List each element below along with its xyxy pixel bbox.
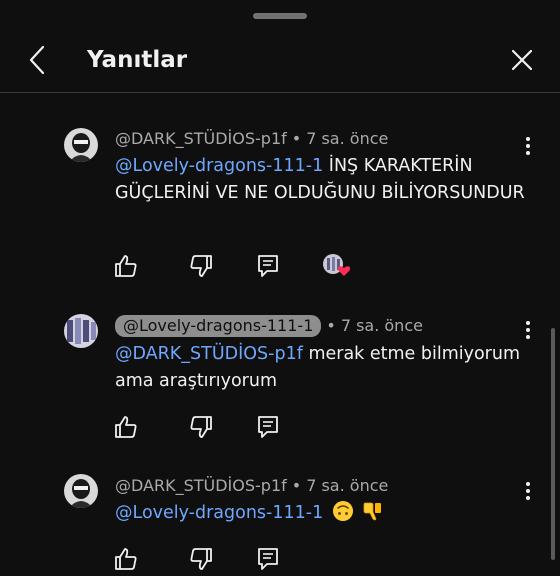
dislike-icon	[190, 548, 212, 570]
close-icon	[511, 49, 533, 71]
avatar-image	[64, 128, 98, 162]
reply-button[interactable]	[255, 253, 281, 279]
header-divider	[0, 92, 560, 93]
dislike-button[interactable]	[188, 414, 214, 440]
like-icon	[115, 255, 137, 277]
like-icon	[115, 416, 137, 438]
creator-heart-icon	[323, 254, 351, 276]
back-button[interactable]	[24, 44, 54, 76]
like-button[interactable]	[113, 253, 139, 279]
avatar[interactable]	[64, 314, 98, 348]
dislike-button[interactable]	[188, 546, 214, 572]
dislike-icon	[190, 255, 212, 277]
avatar[interactable]	[64, 474, 98, 508]
mention-link[interactable]: @DARK_STÜDİOS-p1f	[115, 344, 303, 364]
creator-heart-badge	[322, 254, 351, 278]
chevron-left-icon	[29, 45, 45, 75]
like-button[interactable]	[113, 414, 139, 440]
timestamp[interactable]: 7 sa. önce	[306, 129, 388, 148]
mention-link[interactable]: @Lovely-dragons-111-1	[115, 503, 323, 523]
like-button[interactable]	[113, 546, 139, 572]
panel-header: Yanıtlar	[0, 30, 560, 92]
comment-meta: @DARK_STÜDİOS-p1f • 7 sa. önce	[115, 129, 389, 148]
dislike-icon	[190, 416, 212, 438]
comment-text: @Lovely-dragons-111-1	[115, 500, 535, 527]
dislike-button[interactable]	[188, 253, 214, 279]
mention-link[interactable]: @Lovely-dragons-111-1	[115, 156, 323, 176]
scrollbar[interactable]	[551, 328, 555, 560]
comment-text: @DARK_STÜDİOS-p1f merak etme bilmiyorum …	[115, 341, 545, 395]
avatar-image	[64, 314, 98, 348]
upside-down-face-emoji	[332, 501, 353, 521]
timestamp[interactable]: 7 sa. önce	[341, 316, 423, 335]
comment-text: @Lovely-dragons-111-1 İNŞ KARAKTERİN GÜÇ…	[115, 153, 535, 207]
comment-meta: @Lovely-dragons-111-1 • 7 sa. önce	[115, 315, 423, 337]
thumbs-down-emoji	[363, 502, 382, 521]
reply-button[interactable]	[255, 546, 281, 572]
reply-button[interactable]	[255, 414, 281, 440]
comment-actions	[0, 253, 560, 279]
comment-actions	[0, 414, 560, 440]
reply-icon	[258, 548, 278, 570]
drag-handle[interactable]	[253, 13, 307, 19]
avatar[interactable]	[64, 128, 98, 162]
page-title: Yanıtlar	[87, 47, 188, 73]
author-name[interactable]: @DARK_STÜDİOS-p1f	[115, 129, 287, 148]
comment-meta: @DARK_STÜDİOS-p1f • 7 sa. önce	[115, 476, 389, 495]
avatar-image	[64, 474, 98, 508]
close-button[interactable]	[506, 44, 538, 76]
author-chip[interactable]: @Lovely-dragons-111-1	[115, 315, 322, 337]
reply-icon	[258, 255, 278, 277]
like-icon	[115, 548, 137, 570]
more-options-button[interactable]	[518, 318, 538, 342]
author-name[interactable]: @DARK_STÜDİOS-p1f	[115, 476, 287, 495]
timestamp[interactable]: 7 sa. önce	[306, 476, 388, 495]
reply-icon	[258, 416, 278, 438]
comment-actions	[0, 546, 560, 572]
